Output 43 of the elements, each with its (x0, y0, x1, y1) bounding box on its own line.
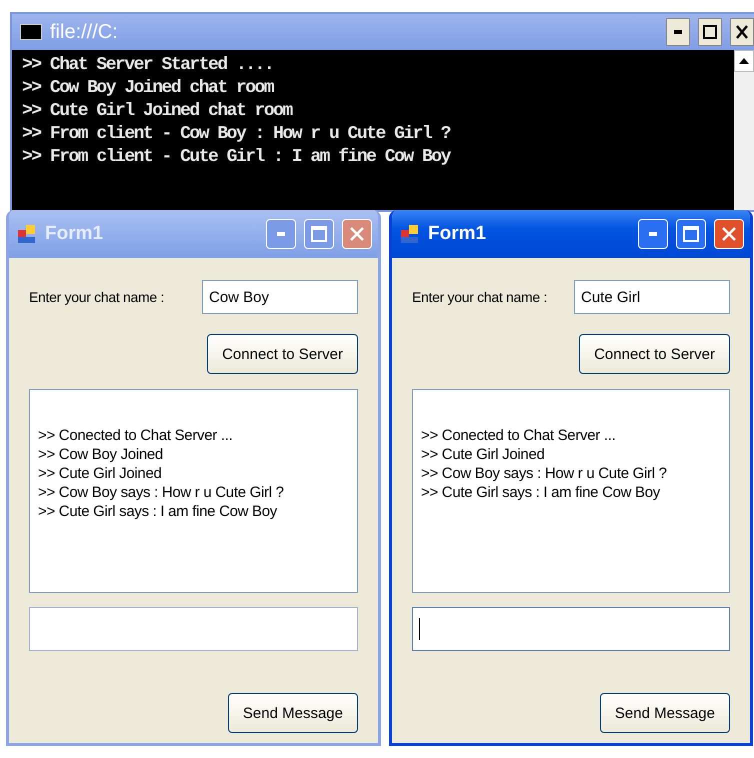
chat-message: >> Cow Boy Joined (38, 445, 164, 464)
console-line: >> Chat Server Started .... (22, 54, 274, 77)
console-line: >> Cute Girl Joined chat room (22, 100, 294, 123)
chat-message: >> Cow Boy says : How r u Cute Girl ? (38, 483, 285, 502)
message-input-field[interactable] (412, 607, 730, 651)
form-app-icon (400, 224, 420, 244)
close-button[interactable] (730, 18, 754, 46)
send-message-button[interactable]: Send Message (600, 693, 730, 733)
chat-message: >> Cute Girl Joined (421, 445, 546, 464)
minimize-icon (674, 30, 682, 34)
chat-message: >> Cute Girl Joined (38, 464, 163, 483)
connect-button[interactable]: Connect to Server (579, 334, 730, 374)
console-icon (20, 24, 42, 40)
console-line: >> From client - Cow Boy : How r u Cute Girl ? (22, 123, 452, 146)
close-icon (736, 25, 748, 39)
window-title: file:///C: (50, 20, 119, 44)
chat-name-label: Enter your chat name : (29, 289, 164, 305)
chat-message: >> Conected to Chat Server ... (421, 426, 616, 445)
chat-message: >> Cute Girl says : I am fine Cow Boy (421, 483, 662, 502)
maximize-icon (683, 226, 699, 242)
form-app-icon (17, 224, 37, 244)
connect-button[interactable]: Connect to Server (207, 334, 358, 374)
maximize-icon (703, 25, 717, 39)
chat-message: >> Conected to Chat Server ... (38, 426, 234, 445)
close-icon (721, 226, 737, 242)
send-message-button[interactable]: Send Message (228, 693, 358, 733)
maximize-button[interactable] (698, 18, 722, 46)
window-title: Form1 (45, 223, 104, 245)
console-line: >> Cow Boy Joined chat room (22, 77, 275, 100)
minimize-icon (277, 232, 285, 236)
chat-name-field[interactable]: Cute Girl (574, 280, 730, 314)
chat-name-label: Enter your chat name : (412, 289, 548, 305)
chat-message: >> Cow Boy says : How r u Cute Girl ? (421, 464, 668, 483)
close-icon (349, 226, 365, 242)
chat-message: >> Cute Girl says : I am fine Cow Boy (38, 502, 278, 521)
chat-name-field[interactable]: Cow Boy (202, 280, 358, 314)
message-input-field[interactable] (29, 607, 358, 651)
minimize-button[interactable] (666, 18, 690, 46)
minimize-icon (649, 232, 657, 236)
console-line: >> From client - Cute Girl : I am fine Cow Boy (22, 146, 452, 169)
window-title: Form1 (428, 223, 488, 245)
scrollbar[interactable] (734, 50, 754, 210)
maximize-icon (311, 226, 327, 242)
